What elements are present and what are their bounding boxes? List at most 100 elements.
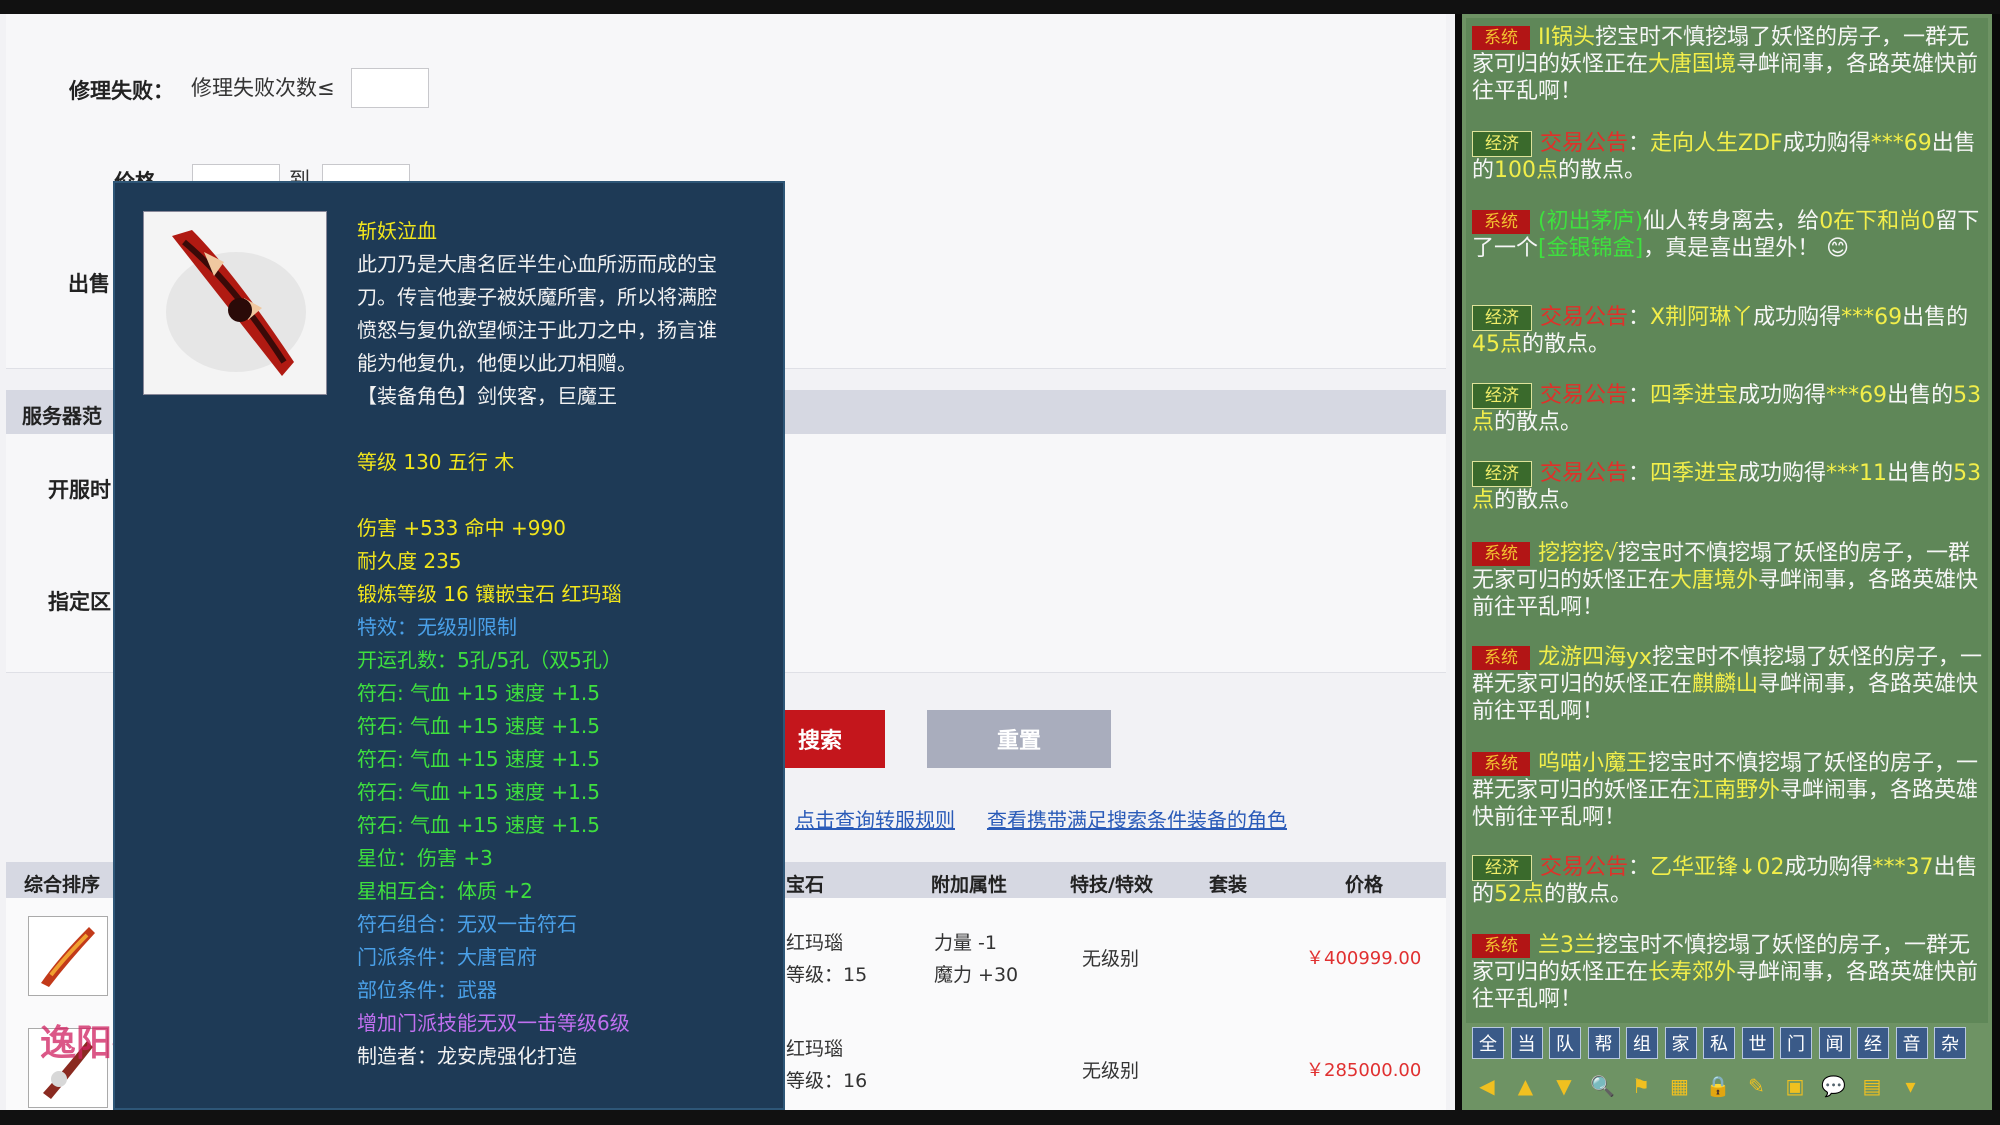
chat-toolbar-icon[interactable]: ▾: [1896, 1071, 1926, 1101]
chat-text[interactable]: 挖挖挖√: [1538, 541, 1618, 566]
chat-toolbar-icon[interactable]: 🔍: [1588, 1071, 1618, 1101]
chat-text[interactable]: 乙华亚锋↓02: [1650, 855, 1784, 880]
desc-line: 愤怒与复仇欲望倾注于此刀之中，扬言谁: [357, 318, 717, 342]
chat-tab[interactable]: 门: [1780, 1027, 1812, 1059]
weapon-thumbnail[interactable]: [28, 916, 108, 996]
blue-line: 部位条件：武器: [357, 978, 497, 1002]
chat-text: ：: [1628, 461, 1651, 486]
chat-toolbar-icon[interactable]: ▤: [1857, 1071, 1887, 1101]
blue-line: 符石组合：无双一击符石: [357, 912, 577, 936]
green-line: 符石: 气血 +15 速度 +1.5: [357, 714, 600, 738]
system-badge: 系统: [1472, 210, 1530, 234]
chat-text[interactable]: 大唐国境: [1648, 52, 1736, 77]
chat-toolbar-icon[interactable]: ▣: [1780, 1071, 1810, 1101]
chat-text[interactable]: 45点: [1472, 332, 1522, 357]
view-roles-link[interactable]: 查看携带满足搜索条件装备的角色: [987, 804, 1287, 833]
chat-text[interactable]: 走向人生ZDF: [1650, 131, 1783, 156]
green-line: 星位：伤害 +3: [357, 846, 493, 870]
chat-text[interactable]: 100点: [1494, 158, 1558, 183]
chat-text[interactable]: 麒麟山: [1692, 672, 1758, 697]
chat-text: 成功购得: [1784, 855, 1873, 880]
chat-text[interactable]: 四季进宝: [1650, 461, 1738, 486]
chat-text[interactable]: 龙游四海yx: [1538, 645, 1652, 670]
chat-text[interactable]: 江南野外: [1692, 778, 1780, 803]
chat-message: 经济 交易公告：X荆阿琳丫成功购得***69出售的 45点的散点。: [1472, 304, 1987, 358]
zone-label: 指定区: [48, 590, 111, 614]
chat-tab[interactable]: 世: [1741, 1027, 1774, 1059]
system-badge: 系统: [1472, 752, 1530, 776]
chat-text[interactable]: ***37: [1872, 855, 1933, 880]
chat-message: 系统 II锅头挖宝时不慎挖塌了妖怪的房子，一群无家可归的妖怪正在大唐国境寻衅闹事，…: [1472, 24, 1987, 105]
sort-label[interactable]: 综合排序: [24, 870, 100, 897]
chat-text: 出售的: [1887, 461, 1954, 486]
row-gem: 红玛瑙: [786, 932, 844, 954]
chat-tab[interactable]: 全: [1472, 1027, 1504, 1059]
chat-message: 经济 交易公告：乙华亚锋↓02成功购得***37出售的52点的散点。: [1472, 854, 1987, 908]
chat-tab[interactable]: 音: [1895, 1027, 1928, 1059]
chat-text: 成功购得: [1738, 383, 1827, 408]
chat-text: ：: [1628, 131, 1651, 156]
chat-tab[interactable]: 家: [1664, 1027, 1697, 1059]
chat-text[interactable]: 呜喵小魔王: [1538, 751, 1648, 776]
chat-text: 交易公告: [1540, 461, 1629, 486]
effect-line: 特效：无级别限制: [357, 615, 517, 639]
blue-line: 门派条件：大唐官府: [357, 945, 537, 969]
purple-line: 增加门派技能无双一击等级6级: [357, 1011, 630, 1035]
chat-text[interactable]: X荆阿琳丫: [1650, 305, 1753, 330]
chat-text: 的散点。: [1522, 332, 1611, 357]
chat-toolbar-icon[interactable]: ✎: [1742, 1071, 1772, 1101]
chat-text: [金银锦盒]: [1538, 236, 1644, 261]
chat-messages[interactable]: 系统 II锅头挖宝时不慎挖塌了妖怪的房子，一群无家可归的妖怪正在大唐国境寻衅闹事，…: [1466, 18, 1988, 1023]
chat-text: 的散点。: [1544, 882, 1633, 907]
chat-text: 交易公告: [1540, 383, 1629, 408]
chat-tab[interactable]: 组: [1626, 1027, 1658, 1059]
chat-text[interactable]: ***69: [1826, 383, 1887, 408]
chat-tab[interactable]: 队: [1549, 1027, 1581, 1059]
chat-toolbar-icon[interactable]: ▲: [1511, 1071, 1541, 1101]
chat-tab[interactable]: 杂: [1934, 1027, 1966, 1059]
chat-text[interactable]: 长寿郊外: [1648, 960, 1736, 985]
chat-text[interactable]: 52点: [1494, 882, 1544, 907]
transfer-rules-link[interactable]: 点击查询转服规则: [795, 804, 955, 833]
green-line: 符石: 气血 +15 速度 +1.5: [357, 813, 600, 837]
server-section-title: 服务器范: [22, 404, 102, 428]
chat-tab[interactable]: 闻: [1818, 1027, 1851, 1059]
system-badge: 系统: [1472, 542, 1530, 566]
top-bar: [0, 0, 2000, 14]
chat-text[interactable]: 大唐境外: [1670, 568, 1758, 593]
green-line: 符石: 气血 +15 速度 +1.5: [357, 780, 600, 804]
repair-fail-input[interactable]: [351, 68, 429, 108]
chat-text: 仙人转身离去，给: [1643, 209, 1820, 234]
chat-toolbar-icon[interactable]: ◀: [1472, 1071, 1502, 1101]
chat-toolbar-icon[interactable]: ▦: [1665, 1071, 1695, 1101]
repair-fail-label: 修理失败：: [69, 79, 174, 103]
chat-text[interactable]: II锅头: [1538, 25, 1595, 50]
row-effect: 无级别: [1082, 1060, 1140, 1082]
chat-tab[interactable]: 帮: [1587, 1027, 1620, 1059]
item-name: 斩妖泣血: [357, 219, 437, 243]
chat-text: 的散点。: [1494, 488, 1583, 513]
chat-text[interactable]: 0在下和尚0: [1819, 209, 1935, 234]
chat-toolbar-icon[interactable]: 💬: [1819, 1071, 1849, 1101]
chat-text: ：: [1628, 305, 1651, 330]
chat-toolbar-icon[interactable]: ⚑: [1626, 1071, 1656, 1101]
row-price: ￥400999.00: [1306, 948, 1422, 969]
chat-message: 经济 交易公告：走向人生ZDF成功购得***69出售的100点的散点。: [1472, 130, 1987, 184]
level-line: 等级 130 五行 木: [357, 450, 515, 474]
chat-text[interactable]: 兰3兰: [1538, 933, 1596, 958]
chat-tab[interactable]: 当: [1510, 1027, 1543, 1059]
chat-toolbar-icon[interactable]: 🔒: [1703, 1071, 1733, 1101]
chat-text[interactable]: ***69: [1841, 305, 1902, 330]
reset-button[interactable]: 重置: [927, 710, 1111, 768]
desc-line: 能为他复仇，他便以此刀相赠。: [357, 351, 637, 375]
chat-tab[interactable]: 私: [1703, 1027, 1735, 1059]
chat-text[interactable]: ***11: [1826, 461, 1887, 486]
chat-toolbar-icon[interactable]: ▼: [1549, 1071, 1579, 1101]
chat-text: 成功购得: [1738, 461, 1827, 486]
chat-text[interactable]: 四季进宝: [1650, 383, 1738, 408]
chat-text[interactable]: ***69: [1871, 131, 1932, 156]
chat-text: ：: [1628, 855, 1651, 880]
row-price: ￥285000.00: [1306, 1060, 1422, 1081]
chat-message: 系统 挖挖挖√挖宝时不慎挖塌了妖怪的房子，一群无家可归的妖怪正在大唐境外寻衅闹事，…: [1472, 540, 1987, 621]
chat-tab[interactable]: 经: [1857, 1027, 1889, 1059]
